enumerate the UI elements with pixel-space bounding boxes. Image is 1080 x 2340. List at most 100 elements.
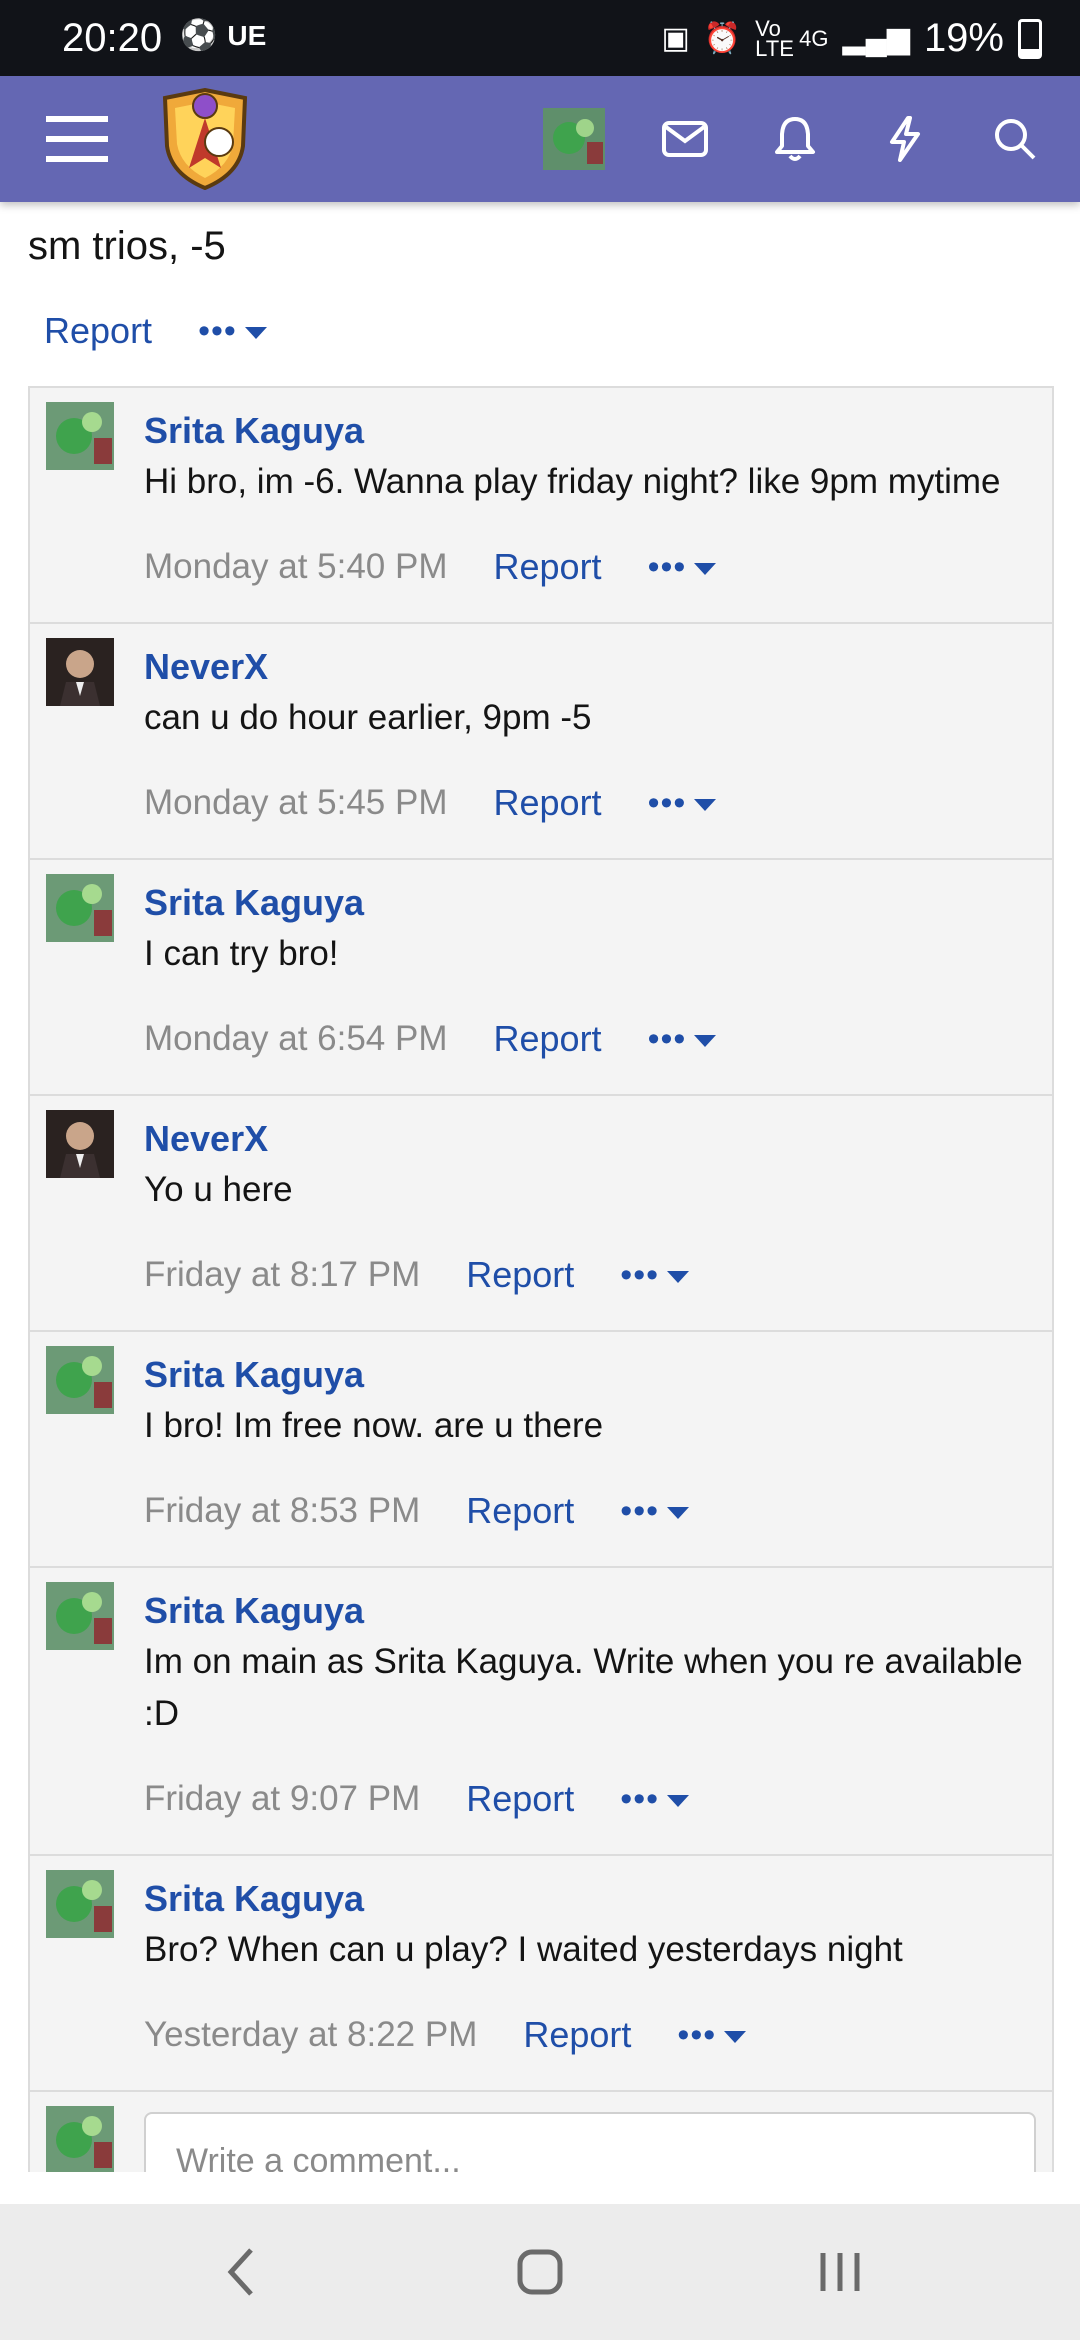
- signal-icon: ▂▄▆: [842, 22, 910, 55]
- chevron-down-icon: [244, 327, 267, 339]
- comment-username[interactable]: Srita Kaguya: [144, 878, 1032, 928]
- status-bar: 20:20 ⚽ UE ▣ ⏰ Vo LTE 4G ▂▄▆ 19%: [0, 0, 1080, 76]
- comment-text: Bro? When can u play? I waited yesterday…: [144, 1930, 903, 1969]
- comment-text: Im on main as Srita Kaguya. Write when y…: [144, 1642, 1023, 1733]
- commenter-avatar[interactable]: [46, 1870, 114, 1938]
- mail-icon: [662, 121, 708, 157]
- user-avatar: [543, 108, 605, 170]
- comment-timestamp[interactable]: Monday at 6:54 PM: [144, 1019, 448, 1059]
- more-dots: •••: [620, 1491, 660, 1530]
- chevron-down-icon: [694, 799, 717, 811]
- more-options-button[interactable]: •••: [648, 548, 717, 587]
- volte-icon: Vo LTE: [755, 15, 794, 61]
- site-logo[interactable]: [158, 76, 252, 202]
- top-navbar: [0, 76, 1080, 202]
- back-button[interactable]: [200, 2204, 280, 2340]
- commenter-avatar[interactable]: [46, 874, 114, 942]
- system-navigation-bar: [0, 2204, 1080, 2340]
- search-button[interactable]: [980, 76, 1050, 202]
- comment-username[interactable]: Srita Kaguya: [144, 1350, 1032, 1400]
- comment-text: I bro! Im free now. are u there: [144, 1406, 604, 1445]
- more-options-button[interactable]: •••: [620, 1491, 690, 1531]
- recent-apps-icon: [820, 2253, 860, 2291]
- comment-username[interactable]: Srita Kaguya: [144, 406, 1032, 456]
- more-dots: •••: [647, 1019, 687, 1058]
- comment-text: Hi bro, im -6. Wanna play friday night? …: [144, 462, 1001, 501]
- more-dots: •••: [647, 783, 687, 822]
- chevron-down-icon: [667, 1507, 690, 1519]
- more-options-button[interactable]: •••: [648, 784, 717, 823]
- comment-timestamp[interactable]: Friday at 8:53 PM: [144, 1491, 420, 1531]
- bolt-icon: [890, 116, 920, 162]
- report-link[interactable]: Report: [466, 1490, 574, 1532]
- comment-timestamp[interactable]: Friday at 9:07 PM: [144, 1779, 420, 1819]
- chevron-down-icon: [667, 1795, 690, 1807]
- report-link[interactable]: Report: [44, 310, 152, 352]
- screenshot-icon: ▣: [661, 22, 690, 55]
- report-link[interactable]: Report: [523, 2014, 631, 2056]
- more-options-button[interactable]: •••: [677, 2015, 747, 2055]
- more-options-button[interactable]: •••: [198, 312, 267, 351]
- report-link[interactable]: Report: [466, 1254, 574, 1296]
- comment-timestamp[interactable]: Friday at 8:17 PM: [144, 1255, 420, 1295]
- report-link[interactable]: Report: [494, 546, 602, 588]
- soccer-ball-icon: ⚽: [180, 19, 218, 52]
- comment-item: Srita Kaguya I can try bro! Monday at 6:54…: [30, 858, 1052, 1094]
- comment-input-placeholder: Write a comment...: [176, 2142, 461, 2172]
- comment-item: Srita Kaguya Im on main as Srita Kaguya. …: [30, 1566, 1052, 1854]
- commenter-avatar[interactable]: [46, 1582, 114, 1650]
- chevron-down-icon: [724, 2031, 747, 2043]
- comment-username[interactable]: NeverX: [144, 642, 1032, 692]
- reply-row: Write a comment...: [30, 2090, 1052, 2172]
- more-options-button[interactable]: •••: [620, 1256, 690, 1295]
- more-options-button[interactable]: •••: [620, 1779, 690, 1819]
- comment-item: Srita Kaguya I bro! Im free now. are u th…: [30, 1330, 1052, 1566]
- post-actions: Report •••: [44, 310, 267, 352]
- commenter-avatar[interactable]: [46, 638, 114, 706]
- commenter-avatar[interactable]: [46, 1346, 114, 1414]
- comment-timestamp[interactable]: Yesterday at 8:22 PM: [144, 2015, 477, 2055]
- bell-icon: [775, 117, 815, 161]
- status-time: 20:20: [62, 16, 163, 60]
- alerts-button[interactable]: [760, 76, 830, 202]
- chevron-down-icon: [694, 563, 717, 575]
- post-text: sm trios, -5: [28, 224, 226, 268]
- comment-text: Yo u here: [144, 1170, 293, 1209]
- more-dots: •••: [647, 547, 687, 586]
- comment-username[interactable]: NeverX: [144, 1114, 1032, 1164]
- comment-input[interactable]: Write a comment...: [144, 2112, 1036, 2172]
- comment-item: NeverX Yo u here Friday at 8:17 PM Report ••…: [30, 1094, 1052, 1330]
- search-icon: [995, 119, 1036, 160]
- recent-apps-button[interactable]: [800, 2204, 880, 2340]
- chevron-down-icon: [694, 1035, 717, 1047]
- comment-item: Srita Kaguya Bro? When can u play? I wait…: [30, 1854, 1052, 2090]
- report-link[interactable]: Report: [466, 1778, 574, 1820]
- comment-timestamp[interactable]: Monday at 5:45 PM: [144, 783, 448, 823]
- more-options-button[interactable]: •••: [648, 1020, 717, 1059]
- menu-icon: [46, 116, 108, 162]
- battery-percent: 19%: [923, 16, 1004, 60]
- more-dots: •••: [620, 1779, 660, 1818]
- menu-button[interactable]: [42, 76, 112, 202]
- chevron-down-icon: [667, 1271, 690, 1283]
- inbox-button[interactable]: [650, 76, 720, 202]
- network-icon: 4G: [799, 25, 829, 51]
- comment-item: Srita Kaguya Hi bro, im -6. Wanna play fr…: [30, 386, 1052, 622]
- more-dots: •••: [677, 2015, 717, 2054]
- carrier-label: UE: [227, 19, 267, 51]
- comment-username[interactable]: Srita Kaguya: [144, 1586, 1032, 1636]
- comment-list: Srita Kaguya Hi bro, im -6. Wanna play fr…: [28, 386, 1054, 2172]
- comment-timestamp[interactable]: Monday at 5:40 PM: [144, 547, 448, 587]
- account-avatar-button[interactable]: [542, 76, 606, 202]
- whats-new-button[interactable]: [870, 76, 940, 202]
- comment-text: I can try bro!: [144, 934, 339, 973]
- shield-logo-icon: [162, 88, 248, 190]
- report-link[interactable]: Report: [494, 1018, 602, 1060]
- home-button[interactable]: [500, 2204, 580, 2340]
- comment-username[interactable]: Srita Kaguya: [144, 1874, 1032, 1924]
- more-dots: •••: [198, 311, 237, 350]
- commenter-avatar[interactable]: [46, 1110, 114, 1178]
- home-icon: [517, 2249, 563, 2295]
- report-link[interactable]: Report: [494, 782, 602, 824]
- commenter-avatar[interactable]: [46, 402, 114, 470]
